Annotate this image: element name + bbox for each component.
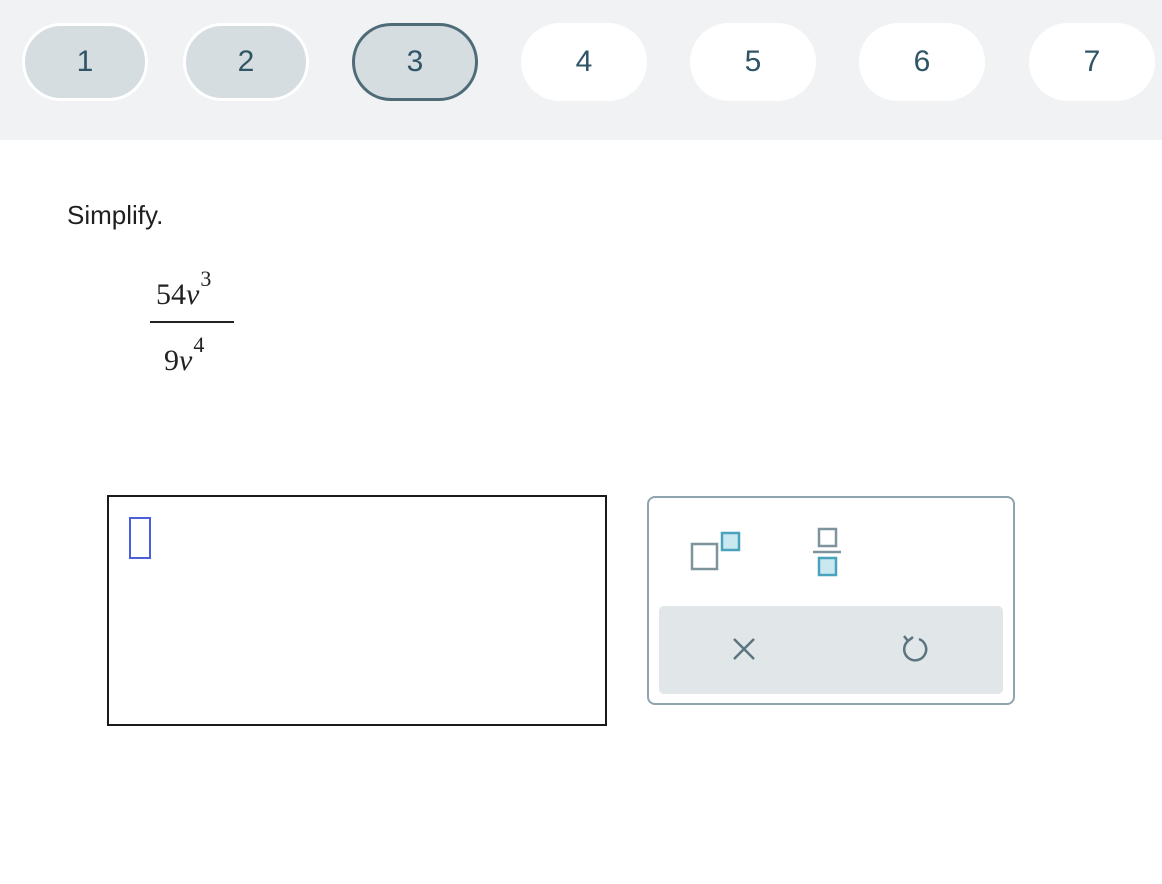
denominator-coefficient: 9 — [164, 344, 179, 377]
question-number: 6 — [913, 45, 931, 78]
question-6-button[interactable]: 6 — [859, 23, 985, 101]
numerator-coefficient: 54 — [156, 278, 186, 311]
problem-instruction: Simplify. — [67, 200, 164, 230]
superscript-button[interactable] — [683, 522, 743, 582]
question-5-button[interactable]: 5 — [690, 23, 816, 101]
clear-icon — [719, 628, 769, 672]
fraction-button[interactable] — [807, 522, 847, 582]
keypad-actions — [659, 606, 1003, 694]
superscript-icon — [683, 522, 743, 582]
question-2-button[interactable]: 2 — [183, 23, 309, 101]
question-number: 5 — [744, 45, 762, 78]
question-7-button[interactable]: 7 — [1029, 23, 1155, 101]
fraction-numerator: 54v3 — [156, 266, 211, 312]
answer-input[interactable] — [107, 495, 607, 726]
question-1-button[interactable]: 1 — [22, 23, 148, 101]
question-4-button[interactable]: 4 — [521, 23, 647, 101]
undo-button[interactable] — [889, 628, 939, 672]
undo-icon — [889, 628, 939, 672]
numerator-variable: v — [186, 278, 200, 311]
math-keypad — [647, 496, 1015, 705]
question-number: 7 — [1083, 45, 1101, 78]
input-cursor-slot[interactable] — [129, 517, 151, 559]
question-number: 3 — [406, 45, 424, 78]
question-number: 2 — [237, 45, 255, 78]
question-number: 1 — [76, 45, 94, 78]
fraction-denominator: 9v4 — [164, 332, 204, 378]
question-number: 4 — [575, 45, 593, 78]
question-3-button[interactable]: 3 — [352, 23, 478, 101]
fraction-bar — [150, 321, 234, 323]
clear-button[interactable] — [719, 628, 769, 672]
numerator-exponent: 3 — [200, 266, 212, 291]
denominator-exponent: 4 — [193, 332, 205, 357]
question-nav-bar: 1 2 3 4 5 6 7 — [0, 0, 1162, 140]
denominator-variable: v — [179, 344, 193, 377]
fraction-icon — [807, 522, 847, 582]
